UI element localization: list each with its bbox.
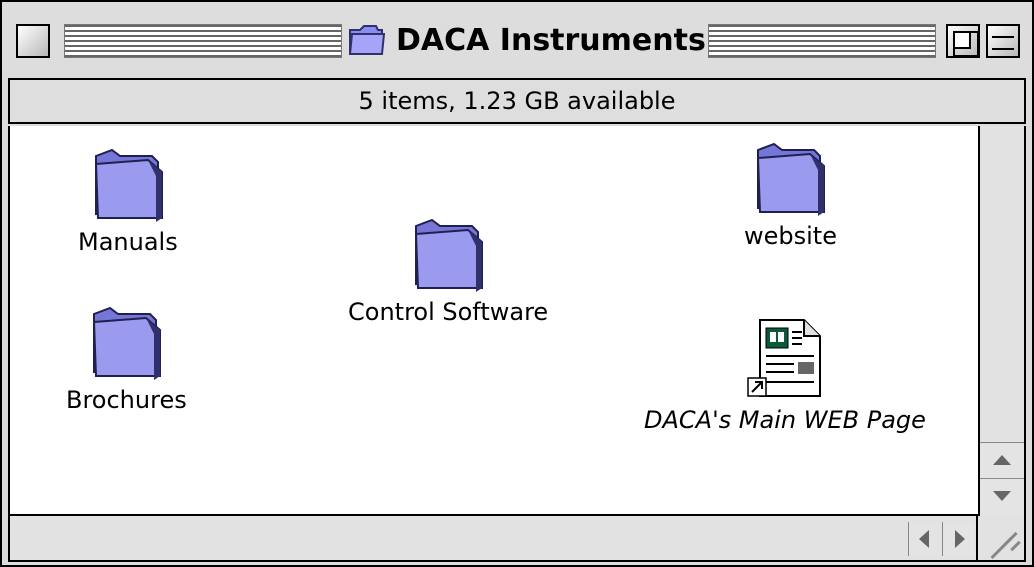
zoom-box[interactable] <box>946 24 980 58</box>
web-document-alias-icon <box>747 319 821 397</box>
info-bar: 5 items, 1.23 GB available <box>8 78 1026 124</box>
scroll-left-button[interactable] <box>908 522 940 556</box>
item-label: Manuals <box>78 228 178 256</box>
folder-icon <box>94 148 163 222</box>
item-manuals[interactable]: Manuals <box>78 142 178 256</box>
scroll-right-button[interactable] <box>942 522 974 556</box>
arrow-left-icon <box>919 530 929 548</box>
item-label: Control Software <box>348 298 549 326</box>
window-title: DACA Instruments <box>396 22 706 58</box>
item-label: website <box>744 222 837 250</box>
close-box[interactable] <box>16 24 50 58</box>
folder-icon <box>415 218 484 292</box>
finder-window: DACA Instruments 5 items, 1.23 GB availa… <box>0 0 1034 567</box>
item-daca-main-web-page[interactable]: DACA's Main WEB Page <box>644 316 926 434</box>
collapse-box[interactable] <box>986 24 1020 58</box>
folder-icon <box>757 142 826 216</box>
title-stripes-right <box>708 24 936 58</box>
horizontal-scrollbar[interactable] <box>8 516 978 562</box>
grip-icon <box>1010 540 1021 552</box>
title-stripes-left <box>64 24 342 58</box>
item-website[interactable]: website <box>744 136 837 250</box>
window-title-group: DACA Instruments <box>346 20 706 60</box>
resize-box[interactable] <box>978 516 1026 562</box>
scroll-down-button[interactable] <box>980 478 1024 514</box>
title-bar[interactable]: DACA Instruments <box>2 2 1032 76</box>
icon-view[interactable]: Manuals Control Software website Brochur… <box>8 126 978 516</box>
folder-icon <box>348 25 386 55</box>
folder-icon <box>93 306 162 380</box>
vertical-scrollbar[interactable] <box>978 126 1026 516</box>
item-control-software[interactable]: Control Software <box>348 212 548 326</box>
grip-icon <box>990 537 1013 559</box>
arrow-up-icon <box>993 455 1011 465</box>
item-label: Brochures <box>66 386 187 414</box>
info-text: 5 items, 1.23 GB available <box>358 87 676 115</box>
scroll-up-button[interactable] <box>980 442 1024 478</box>
item-brochures[interactable]: Brochures <box>66 300 187 414</box>
arrow-right-icon <box>955 530 965 548</box>
item-label: DACA's Main WEB Page <box>644 406 926 434</box>
arrow-down-icon <box>993 491 1011 501</box>
